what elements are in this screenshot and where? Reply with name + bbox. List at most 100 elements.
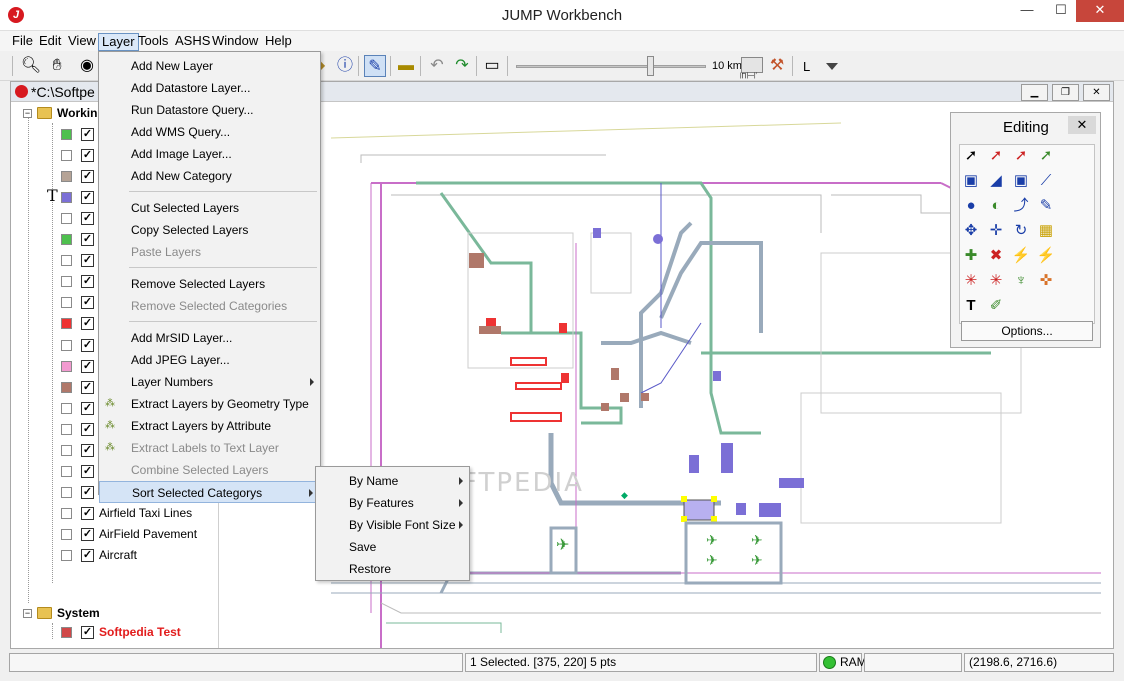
layer-visibility-checkbox[interactable]: ✓ — [81, 549, 94, 562]
options-button[interactable]: Options... — [961, 321, 1093, 341]
sort-by-name[interactable]: By Name — [316, 470, 469, 492]
ruler-icon[interactable]: ▬ — [395, 55, 417, 77]
menu-item[interactable]: Cut Selected Layers — [99, 197, 320, 219]
collapse-toggle-icon[interactable]: − — [23, 609, 32, 618]
layer-color-swatch[interactable] — [61, 192, 72, 204]
draw-area-icon[interactable]: ▣ — [1010, 170, 1032, 192]
redo-icon[interactable]: ↷ — [451, 55, 473, 77]
layer-color-swatch[interactable] — [61, 465, 72, 477]
layer-color-swatch[interactable] — [61, 255, 72, 267]
layer-visibility-checkbox[interactable]: ✓ — [81, 443, 94, 457]
menu-window[interactable]: Window — [209, 33, 261, 51]
menu-item[interactable]: Add New Layer — [99, 55, 320, 77]
menu-item[interactable]: Add New Category — [99, 165, 320, 187]
tools-icon[interactable]: ⚒ — [766, 55, 788, 77]
menu-item[interactable]: Layer Numbers — [99, 371, 320, 393]
layer-visibility-checkbox[interactable]: ✓ — [81, 317, 94, 331]
sort-by-features[interactable]: By Features — [316, 492, 469, 514]
layer-color-swatch[interactable] — [61, 318, 72, 330]
layer-color-swatch[interactable] — [61, 213, 72, 225]
menu-item[interactable]: Copy Selected Layers — [99, 219, 320, 241]
layer-color-swatch[interactable] — [61, 627, 72, 638]
layer-visibility-checkbox[interactable]: ✓ — [81, 149, 94, 163]
layer-row[interactable]: ✓ Airfield Taxi Lines — [47, 503, 217, 524]
collapse-icon[interactable]: ✳ — [960, 270, 982, 292]
collapse-toggle-icon[interactable]: − — [23, 109, 32, 118]
layer-visibility-checkbox[interactable]: ✓ — [81, 464, 94, 478]
select-part-icon[interactable]: ➚ — [985, 145, 1007, 167]
pan-hand-icon[interactable]: ✋︎ — [46, 55, 68, 77]
layer-visibility-checkbox[interactable]: ✓ — [81, 233, 94, 247]
snap-icon[interactable]: ⤴ — [1010, 195, 1032, 217]
layer-color-swatch[interactable] — [61, 234, 72, 246]
close-button[interactable]: ✕ — [1076, 0, 1124, 22]
layer-color-swatch[interactable] — [61, 150, 72, 162]
layer-row[interactable]: ✓ AirField Pavement — [47, 524, 217, 545]
maximize-button[interactable]: ☐ — [1044, 0, 1078, 22]
chevron-down-icon[interactable] — [826, 63, 838, 70]
menu-item[interactable]: Add Image Layer... — [99, 143, 320, 165]
layer-visibility-checkbox[interactable]: ✓ — [81, 338, 94, 352]
layer-visibility-checkbox[interactable]: ✓ — [81, 191, 94, 205]
globe-icon[interactable]: ◉ — [76, 55, 98, 77]
point-icon[interactable]: ● — [960, 195, 982, 217]
layer-color-swatch[interactable] — [61, 381, 72, 393]
pencil-icon[interactable]: ✎ — [1035, 195, 1057, 217]
window-frame-icon[interactable]: ▭ — [481, 55, 503, 77]
menu-item[interactable]: Sort Selected Categorys — [99, 481, 320, 503]
layer-color-swatch[interactable] — [61, 339, 72, 351]
layer-visibility-checkbox[interactable]: ✓ — [81, 296, 94, 310]
layer-visibility-checkbox[interactable]: ✓ — [81, 128, 94, 141]
menu-view[interactable]: View — [65, 33, 99, 51]
move-vertex-icon[interactable]: ✥ — [960, 220, 982, 242]
draw-line-icon[interactable]: ⟋ — [1035, 170, 1057, 192]
menu-item[interactable]: Run Datastore Query... — [99, 99, 320, 121]
move-icon[interactable]: ✛ — [985, 220, 1007, 242]
frame-restore-button[interactable]: ❐ — [1052, 84, 1079, 101]
layer-color-swatch[interactable] — [61, 486, 72, 498]
undo-icon[interactable]: ↶ — [426, 55, 448, 77]
layer-visibility-checkbox[interactable]: ✓ — [81, 254, 94, 268]
select-arrow-icon[interactable]: ➚ — [960, 145, 982, 167]
menu-item[interactable]: Add MrSID Layer... — [99, 327, 320, 349]
menu-item[interactable]: ⁂ Extract Layers by Attribute — [99, 415, 320, 437]
sort-by-font-size[interactable]: By Visible Font Size — [316, 514, 469, 536]
layer-color-swatch[interactable] — [61, 129, 72, 140]
paint-icon[interactable]: ✐ — [985, 295, 1007, 317]
info-icon[interactable]: ⓘ — [334, 55, 356, 77]
sort-save[interactable]: Save — [316, 536, 469, 558]
layer-visibility-checkbox[interactable]: ✓ — [81, 485, 94, 499]
extend-line-icon[interactable]: ⚡ — [1035, 245, 1057, 267]
minimize-button[interactable]: — — [1010, 0, 1044, 22]
layer-color-swatch[interactable] — [61, 444, 72, 456]
split-line-icon[interactable]: ⚡ — [1010, 245, 1032, 267]
rotate-icon[interactable]: ◐ — [985, 195, 1007, 217]
frame-minimize-button[interactable]: ▁ — [1021, 84, 1048, 101]
menu-item[interactable]: Add Datastore Layer... — [99, 77, 320, 99]
select-line-icon[interactable]: ➚ — [1010, 145, 1032, 167]
layer-row[interactable]: ✓ Softpedia Test — [47, 622, 217, 643]
draw-polygon-icon[interactable]: ◢ — [985, 170, 1007, 192]
menu-item[interactable]: Remove Selected Layers — [99, 273, 320, 295]
layer-visibility-checkbox[interactable]: ✓ — [81, 380, 94, 394]
layer-visibility-checkbox[interactable]: ✓ — [81, 506, 94, 520]
layer-visibility-checkbox[interactable]: ✓ — [81, 527, 94, 541]
crosshair-icon[interactable]: ✜ — [1035, 270, 1057, 292]
menu-ashs[interactable]: ASHS — [172, 33, 213, 51]
menu-layer[interactable]: Layer — [98, 33, 139, 51]
expand-icon[interactable]: ✳ — [985, 270, 1007, 292]
menu-help[interactable]: Help — [262, 33, 295, 51]
layer-visibility-checkbox[interactable]: ✓ — [81, 275, 94, 289]
layer-color-swatch[interactable] — [61, 402, 72, 414]
layer-color-swatch[interactable] — [61, 507, 72, 519]
layer-visibility-checkbox[interactable]: ✓ — [81, 212, 94, 226]
zoom-slider-track[interactable] — [516, 65, 706, 68]
edit-toggle-icon[interactable]: ✎ — [364, 55, 386, 77]
layer-visibility-checkbox[interactable]: ✓ — [81, 359, 94, 373]
layer-visibility-checkbox[interactable]: ✓ — [81, 422, 94, 436]
text-tool-icon[interactable]: T — [960, 295, 982, 317]
menu-item[interactable]: Add WMS Query... — [99, 121, 320, 143]
layer-color-swatch[interactable] — [61, 360, 72, 372]
add-vertex-icon[interactable]: ✚ — [960, 245, 982, 267]
menu-tools[interactable]: Tools — [135, 33, 171, 51]
